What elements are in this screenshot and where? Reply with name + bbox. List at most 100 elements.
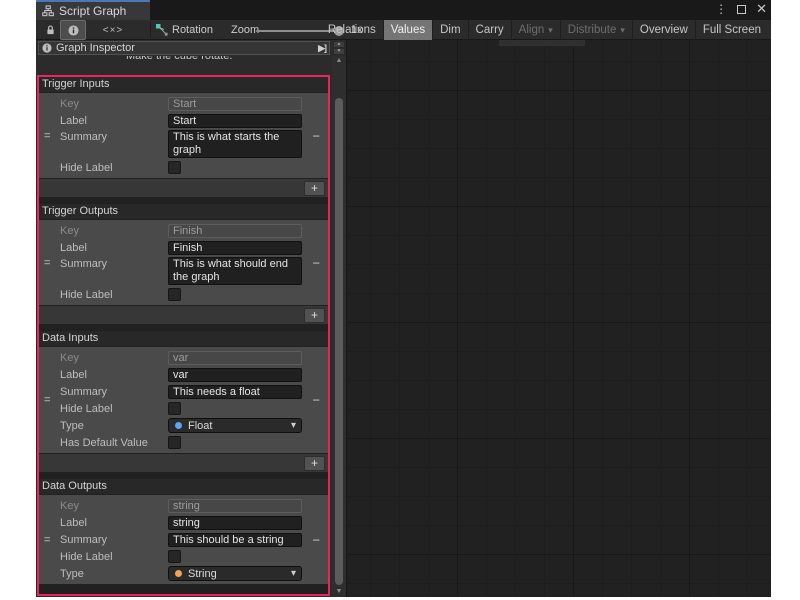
- type-color-dot-icon: [175, 422, 182, 429]
- graph-description: Make the cube rotate.: [126, 56, 232, 62]
- view-button-full-screen[interactable]: Full Screen: [695, 20, 768, 40]
- text-input[interactable]: var: [168, 368, 302, 382]
- view-button-label: Relations: [328, 24, 376, 36]
- graph-canvas[interactable]: [346, 40, 771, 597]
- drag-handle-icon[interactable]: =: [44, 534, 50, 546]
- text-input[interactable]: Start: [168, 114, 302, 128]
- checkbox[interactable]: [168, 288, 181, 301]
- rotation-node-icon: [156, 24, 168, 36]
- code-preview-icon[interactable]: <×>: [98, 20, 128, 40]
- checkbox[interactable]: [168, 550, 181, 563]
- maximize-icon[interactable]: [737, 5, 746, 14]
- rotation-breadcrumb-button[interactable]: Rotation: [156, 20, 213, 40]
- field-row: LabelStart: [39, 112, 328, 129]
- panel-scrollbar[interactable]: ▲ ▼: [332, 56, 346, 597]
- view-button-label: Distribute: [568, 24, 617, 36]
- drag-handle-icon[interactable]: =: [44, 130, 50, 142]
- text-input: Finish: [168, 224, 302, 238]
- chevron-down-icon: ▾: [548, 25, 553, 36]
- section-rows: KeyFinishLabelFinishSummaryThis is what …: [39, 220, 328, 305]
- view-button-overview[interactable]: Overview: [632, 20, 695, 40]
- field-row: Hide Label: [39, 400, 328, 417]
- highlighted-inspector-region: Trigger InputsKeyStartLabelStartSummaryT…: [37, 75, 330, 596]
- inspector-sections: Trigger InputsKeyStartLabelStartSummaryT…: [39, 77, 328, 584]
- summary-textarea[interactable]: This is what starts the graph: [168, 130, 302, 158]
- section-title: Data Inputs: [39, 331, 328, 346]
- field-label: Key: [60, 500, 168, 512]
- field-label: Hide Label: [60, 403, 168, 415]
- tab-title: Script Graph: [59, 4, 126, 18]
- checkbox[interactable]: [168, 402, 181, 415]
- view-button-relations[interactable]: Relations: [321, 20, 383, 40]
- field-label: Key: [60, 225, 168, 237]
- spinner-up-icon[interactable]: ▲: [333, 41, 345, 48]
- field-row: Hide Label: [39, 159, 328, 176]
- drag-handle-icon[interactable]: =: [44, 394, 50, 406]
- section-title: Trigger Outputs: [39, 204, 328, 219]
- add-item-button[interactable]: +: [304, 456, 325, 471]
- remove-item-button[interactable]: −: [312, 393, 320, 408]
- view-button-distribute[interactable]: Distribute▾: [560, 20, 632, 40]
- summary-textarea[interactable]: This is what should end the graph: [168, 257, 302, 285]
- text-input[interactable]: string: [168, 516, 302, 530]
- type-dropdown-value: String: [188, 568, 291, 580]
- section-footer: +: [39, 454, 328, 472]
- type-dropdown-value: Float: [188, 420, 291, 432]
- field-label: Hide Label: [60, 289, 168, 301]
- text-input: Start: [168, 97, 302, 111]
- text-input: var: [168, 351, 302, 365]
- view-button-values[interactable]: Values: [383, 20, 432, 40]
- view-button-label: Align: [519, 24, 545, 36]
- panel-spinner: ▲ ▼: [333, 41, 345, 55]
- checkbox[interactable]: [168, 436, 181, 449]
- field-label: Hide Label: [60, 162, 168, 174]
- remove-item-button[interactable]: −: [312, 532, 320, 547]
- field-row: TypeFloat▾: [39, 417, 328, 434]
- inspector-section: Data InputsKeyvarLabelvarSummaryThis nee…: [39, 331, 328, 472]
- add-item-button[interactable]: +: [304, 308, 325, 323]
- type-dropdown[interactable]: String▾: [168, 566, 302, 581]
- checkbox[interactable]: [168, 161, 181, 174]
- graph-inspector-panel: Graph Inspector ▶] ▲ ▼ Make the cube rot…: [36, 40, 346, 597]
- info-toggle-button[interactable]: [60, 20, 86, 40]
- view-toggle-group: RelationsValuesDimCarryAlign▾Distribute▾…: [321, 20, 768, 40]
- window-menu-icon[interactable]: ⋮: [715, 2, 727, 16]
- view-button-label: Carry: [476, 24, 504, 36]
- add-item-button[interactable]: +: [304, 181, 325, 196]
- inspector-section: Trigger InputsKeyStartLabelStartSummaryT…: [39, 77, 328, 197]
- remove-item-button[interactable]: −: [312, 255, 320, 270]
- section-rows: KeyvarLabelvarSummaryThis needs a floatH…: [39, 347, 328, 453]
- field-label: Type: [60, 568, 168, 580]
- summary-textarea[interactable]: This should be a string: [168, 533, 302, 547]
- field-label: Label: [60, 115, 168, 127]
- inspector-header[interactable]: Graph Inspector ▶]: [38, 41, 330, 55]
- scroll-up-icon[interactable]: ▲: [332, 56, 346, 66]
- spinner-down-icon[interactable]: ▼: [333, 48, 345, 55]
- inspector-section: Trigger OutputsKeyFinishLabelFinishSumma…: [39, 204, 328, 324]
- field-row: Keystring: [39, 497, 328, 514]
- field-label: Summary: [60, 386, 168, 398]
- tab-bar: Script Graph ⋮ ✕: [36, 0, 771, 20]
- field-row: KeyFinish: [39, 222, 328, 239]
- pin-panel-icon[interactable]: ▶]: [318, 43, 326, 54]
- field-label: Summary: [60, 131, 168, 143]
- view-button-dim[interactable]: Dim: [432, 20, 467, 40]
- tab-script-graph[interactable]: Script Graph: [36, 0, 150, 20]
- close-icon[interactable]: ✕: [756, 1, 767, 17]
- summary-textarea[interactable]: This needs a float: [168, 385, 302, 399]
- field-row: Keyvar: [39, 349, 328, 366]
- field-row: KeyStart: [39, 95, 328, 112]
- remove-item-button[interactable]: −: [312, 128, 320, 143]
- view-button-carry[interactable]: Carry: [468, 20, 511, 40]
- section-footer: +: [39, 179, 328, 197]
- lock-icon[interactable]: [42, 20, 58, 40]
- type-dropdown[interactable]: Float▾: [168, 418, 302, 433]
- scroll-down-icon[interactable]: ▼: [332, 587, 346, 597]
- drag-handle-icon[interactable]: =: [44, 257, 50, 269]
- text-input[interactable]: Finish: [168, 241, 302, 255]
- field-row: SummaryThis is what should end the graph: [39, 256, 328, 286]
- section-footer: +: [39, 306, 328, 324]
- section-title: Trigger Inputs: [39, 77, 328, 92]
- scrollbar-thumb[interactable]: [335, 98, 343, 585]
- view-button-align[interactable]: Align▾: [511, 20, 560, 40]
